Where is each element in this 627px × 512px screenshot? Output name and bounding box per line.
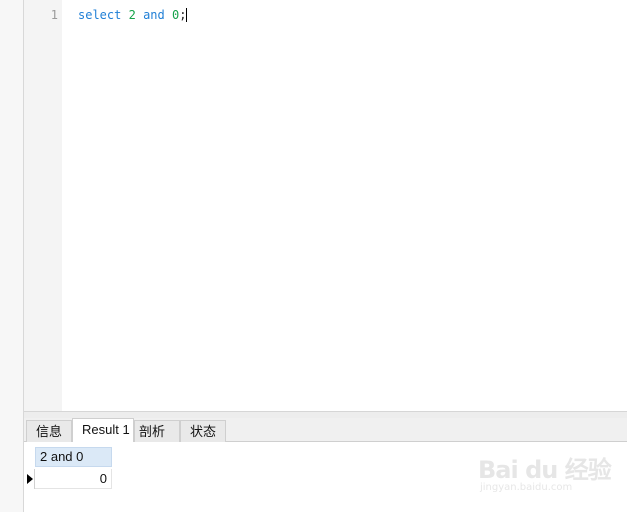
code-line[interactable]: select 2 and 0; — [78, 8, 188, 22]
text-caret — [186, 8, 188, 22]
result-grid[interactable]: 2 and 0 0 — [24, 442, 627, 512]
row-indicator[interactable] — [24, 469, 35, 489]
sql-editor[interactable]: 1 select 2 and 0; — [24, 0, 627, 411]
left-panel-edge — [0, 0, 23, 512]
tab-status[interactable]: 状态 — [180, 420, 226, 442]
current-row-arrow-icon — [27, 474, 33, 484]
number-literal: 2 — [128, 8, 136, 22]
result-tabbar: 信息 Result 1 剖析 状态 — [24, 418, 627, 442]
tab-profile[interactable]: 剖析 — [134, 420, 180, 442]
column-header[interactable]: 2 and 0 — [35, 447, 112, 467]
keyword-select: select — [78, 8, 122, 22]
line-number-gutter: 1 — [24, 0, 62, 411]
tab-result-1[interactable]: Result 1 — [72, 418, 134, 442]
editor-result-splitter[interactable] — [24, 411, 627, 418]
semicolon: ; — [179, 8, 187, 22]
table-cell[interactable]: 0 — [35, 469, 112, 489]
tab-info[interactable]: 信息 — [26, 420, 72, 442]
line-number: 1 — [50, 8, 58, 22]
keyword-and: and — [143, 8, 165, 22]
sql-query-window: 1 select 2 and 0; 信息 Result 1 剖析 状态 2 an… — [0, 0, 627, 512]
